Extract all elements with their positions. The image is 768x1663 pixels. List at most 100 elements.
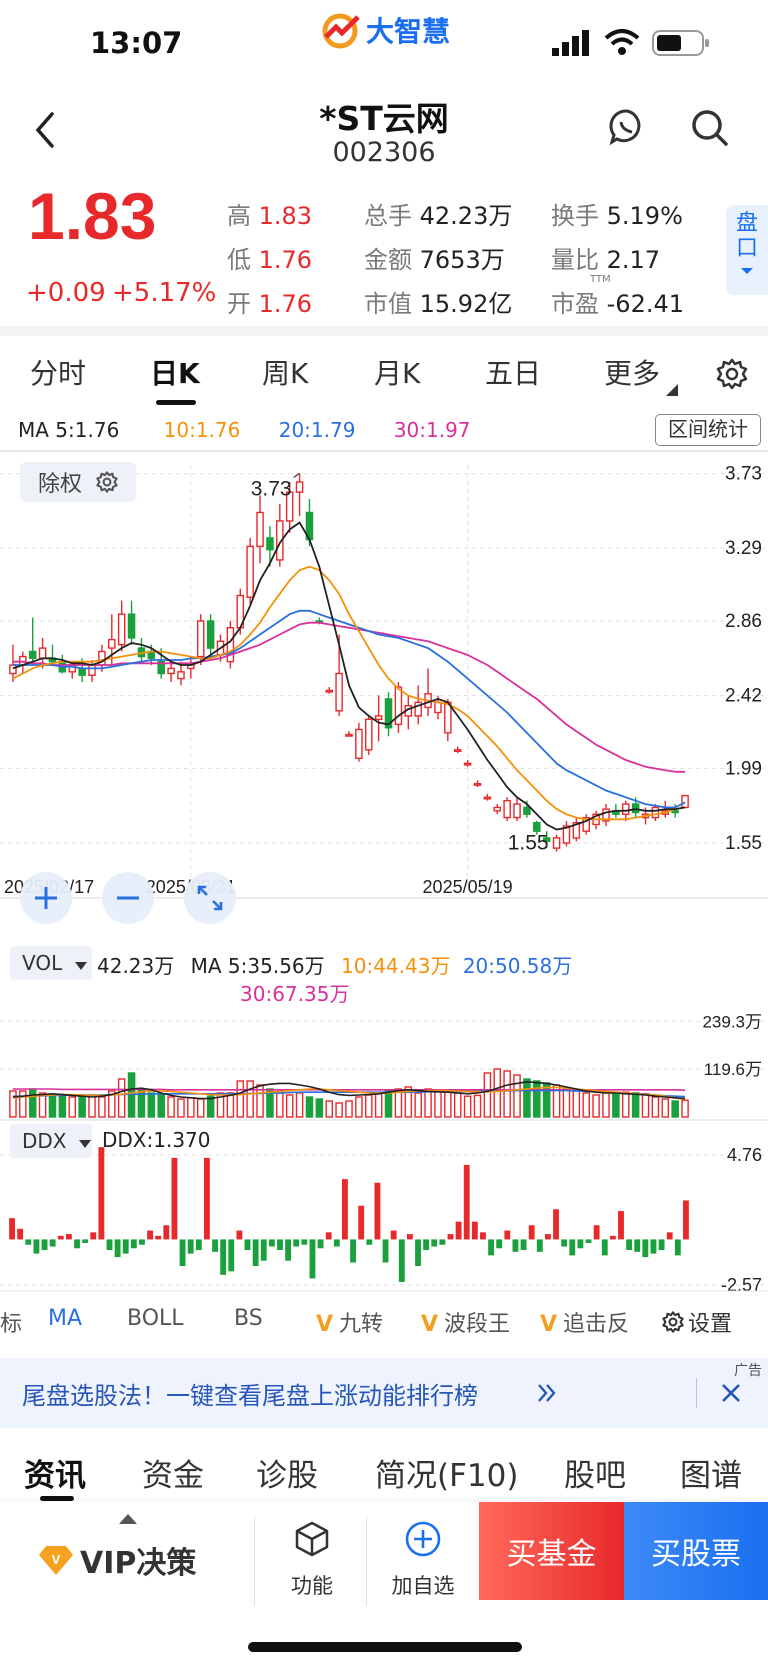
candle-up xyxy=(246,545,254,598)
indicator-zhuiji[interactable]: V 追击反 xyxy=(540,1306,632,1338)
candle-up xyxy=(513,803,521,819)
ddx-bar-negative xyxy=(658,1239,665,1251)
range-stats-button[interactable]: 区间统计 xyxy=(655,414,761,446)
ddx-bar-negative xyxy=(634,1239,641,1252)
volume-bar-up xyxy=(572,1090,581,1118)
fuquan-button[interactable]: 除权 xyxy=(20,462,136,502)
indicator-boduan[interactable]: V 波段王 xyxy=(421,1306,510,1338)
ddx-bar-positive xyxy=(171,1157,178,1240)
close-icon[interactable] xyxy=(720,1382,742,1404)
news-tab-funds[interactable]: 资金 xyxy=(142,1450,204,1495)
fullscreen-button[interactable] xyxy=(184,872,236,924)
tab-five-day[interactable]: 五日 xyxy=(485,352,541,392)
volume-bar-down xyxy=(671,1100,679,1118)
ddx-y-tick-label: 4.76 xyxy=(727,1145,762,1165)
ddx-selector-label: DDX xyxy=(22,1129,67,1153)
app-logo: 大智慧 xyxy=(320,10,450,50)
ddx-bar-negative xyxy=(195,1239,202,1251)
tab-active-indicator xyxy=(156,400,196,405)
tab-daily-k[interactable]: 日K xyxy=(150,352,200,392)
stat-pe-ttm: TTM xyxy=(590,274,611,285)
ddx-bar-negative xyxy=(187,1239,194,1254)
volume-bar-up xyxy=(434,1089,442,1118)
ddx-bar-negative xyxy=(228,1239,235,1272)
news-tab-f10[interactable]: 简况(F10) xyxy=(375,1450,518,1495)
vol-selector[interactable]: VOL xyxy=(10,946,92,980)
chart-top-border xyxy=(0,450,768,452)
volume-bar-up xyxy=(562,1088,571,1118)
plus-icon xyxy=(35,887,57,909)
indicator-settings[interactable]: 设置 xyxy=(662,1306,732,1338)
ddx-bar-negative xyxy=(512,1239,519,1252)
ddx-bar-negative xyxy=(415,1239,421,1267)
ddx-bar-negative xyxy=(309,1239,316,1279)
indicator-jiuzhuan[interactable]: V 九转 xyxy=(316,1306,383,1338)
candle-down xyxy=(78,667,86,676)
function-button[interactable]: 功能 xyxy=(282,1520,342,1600)
volume-bar-up xyxy=(345,1100,353,1118)
ddx-current: DDX:1.370 xyxy=(102,1128,211,1152)
indicator-bs[interactable]: BS xyxy=(234,1306,263,1331)
volume-bar-down xyxy=(147,1092,156,1118)
news-tab-forum[interactable]: 股吧 xyxy=(564,1450,626,1495)
candle-down xyxy=(266,537,274,551)
indicator-boll[interactable]: BOLL xyxy=(127,1306,184,1331)
tab-more[interactable]: 更多 xyxy=(604,352,660,392)
ad-banner[interactable]: 广告 尾盘选股法！一键查看尾盘上涨动能排行榜 xyxy=(0,1358,768,1428)
volume-bar-up xyxy=(196,1098,205,1118)
vip-decision-button[interactable]: V VIP决策 xyxy=(38,1538,196,1582)
more-corner-icon xyxy=(666,384,678,396)
chat-icon[interactable] xyxy=(608,108,646,150)
news-tab-diagnosis[interactable]: 诊股 xyxy=(256,1450,318,1495)
chart-settings-icon[interactable] xyxy=(716,358,748,394)
buy-stock-label: 买股票 xyxy=(651,1537,741,1572)
ddx-bar-negative xyxy=(642,1239,649,1258)
ddx-bar-negative xyxy=(333,1239,340,1247)
vol-ma20: 20:50.58万 xyxy=(462,954,573,978)
candle-up xyxy=(365,718,373,751)
ddx-selector[interactable]: DDX xyxy=(10,1124,92,1158)
candle-up xyxy=(444,701,452,734)
volume-bar-up xyxy=(285,1094,294,1118)
k-y-tick-label: 3.73 xyxy=(725,463,762,484)
news-tab-graph[interactable]: 图谱 xyxy=(680,1450,742,1495)
indicator-ma[interactable]: MA xyxy=(48,1306,82,1331)
pankou-button[interactable]: 盘口 xyxy=(726,205,768,295)
ma20-value: 20:1.79 xyxy=(278,418,356,442)
candle-up xyxy=(355,728,363,759)
volume-bar-down xyxy=(533,1080,541,1118)
volume-bar-up xyxy=(493,1068,502,1118)
ddx-bar-positive xyxy=(528,1225,535,1240)
ddx-bar-negative xyxy=(293,1239,300,1247)
home-indicator xyxy=(248,1642,522,1652)
section-divider xyxy=(0,326,768,336)
volume-bar-up xyxy=(236,1080,245,1118)
volume-bar-up xyxy=(621,1091,630,1118)
add-circle-icon xyxy=(405,1521,441,1557)
tab-intraday[interactable]: 分时 xyxy=(30,352,86,392)
volume-bar-up xyxy=(177,1098,185,1118)
zoom-out-button[interactable] xyxy=(102,872,154,924)
volume-bar-up xyxy=(592,1094,600,1118)
ddx-bar-negative xyxy=(268,1239,275,1247)
search-icon[interactable] xyxy=(690,108,730,152)
candle-up xyxy=(117,613,126,646)
ddx-bar-positive xyxy=(342,1179,348,1240)
ddx-bar-negative xyxy=(520,1239,527,1251)
stat-volume-ratio: 量比 2.17 xyxy=(551,246,661,274)
volume-bar-up xyxy=(117,1078,126,1118)
ddx-bar-positive xyxy=(390,1230,397,1240)
tab-weekly-k[interactable]: 周K xyxy=(262,352,308,392)
tab-monthly-k[interactable]: 月K xyxy=(374,352,420,392)
volume-bar-up xyxy=(483,1072,492,1118)
ddx-bar-negative xyxy=(244,1239,251,1251)
indicator-partial[interactable]: 标 xyxy=(0,1306,22,1338)
add-watchlist-button[interactable]: 加自选 xyxy=(388,1520,458,1600)
candle-up xyxy=(9,664,17,675)
buy-stock-button[interactable]: 买股票 xyxy=(624,1502,768,1600)
news-tab-info[interactable]: 资讯 xyxy=(24,1450,86,1495)
ddx-bar-negative xyxy=(674,1239,681,1256)
zoom-in-button[interactable] xyxy=(20,872,72,924)
k-y-tick-label: 2.86 xyxy=(725,611,762,632)
buy-fund-button[interactable]: 买基金 xyxy=(479,1502,624,1600)
